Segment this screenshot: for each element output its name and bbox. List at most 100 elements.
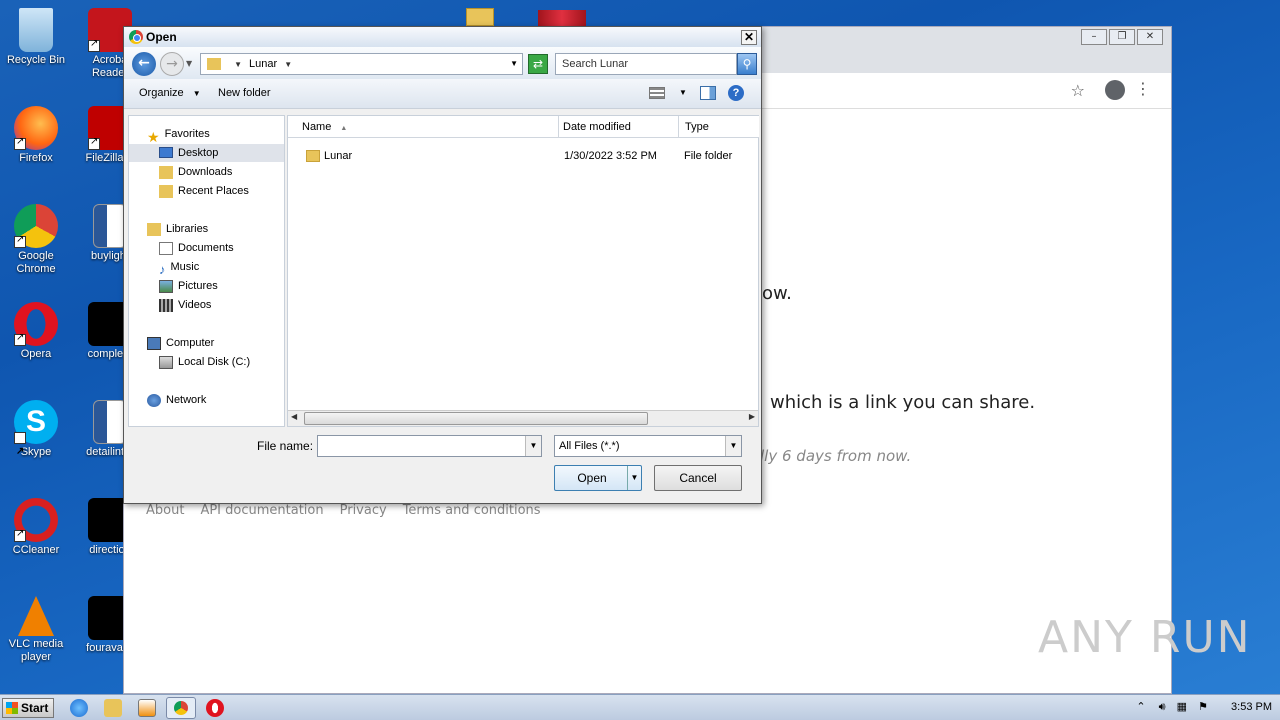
forward-button[interactable]: → [160,52,184,76]
footer-link-api[interactable]: API documentation [200,503,323,518]
nav-downloads[interactable]: Downloads [159,163,232,181]
desktop-icon-label: Google Chrome [16,250,56,275]
organize-button[interactable]: Organize ▼ [139,87,201,99]
breadcrumb-folder[interactable]: Lunar [249,58,277,70]
minimize-button[interactable]: – [1081,29,1107,45]
breadcrumb-dropdown-icon[interactable]: ▼ [284,60,292,69]
search-input[interactable]: Search Lunar [555,53,737,75]
desktop-icon-ccleaner[interactable]: CCleaner [0,498,72,557]
table-row[interactable]: Lunar 1/30/2022 3:52 PM File folder [288,146,758,166]
chevron-down-icon[interactable]: ▼ [525,436,541,456]
nav-videos[interactable]: Videos [159,296,211,314]
open-button[interactable]: Open ▼ [554,465,642,491]
folder-icon [306,150,320,162]
address-bar[interactable]: ▼ Lunar ▼ ▼ [200,53,523,75]
nav-pictures[interactable]: Pictures [159,277,218,295]
desktop-icon-skype[interactable]: S Skype [0,400,72,474]
chrome-taskbar-button[interactable] [166,697,196,719]
desktop-icon-vlc[interactable]: VLC media player [0,596,72,664]
recent-places-icon [159,184,173,198]
chevron-down-icon[interactable]: ▼ [627,466,641,490]
footer-link-privacy[interactable]: Privacy [340,503,387,518]
folder-icon[interactable] [466,8,494,26]
media-player-icon[interactable] [138,699,156,717]
nav-label: Desktop [178,147,219,159]
clock[interactable]: 3:53 PM [1231,701,1272,713]
scroll-left-icon[interactable]: ◀ [291,412,297,421]
volume-icon[interactable]: 🔊︎ [1159,701,1166,713]
nav-network[interactable]: Network [147,391,206,409]
file-type: File folder [684,150,733,162]
file-name-label: File name: [257,439,314,453]
nav-computer[interactable]: Computer [147,334,214,352]
word-document-icon [93,400,127,444]
nav-libraries[interactable]: Libraries [147,220,208,238]
chrome-icon [14,204,58,248]
explorer-icon[interactable] [104,699,122,717]
downloads-icon [159,165,173,179]
documents-icon [159,241,173,255]
address-dropdown-icon[interactable]: ▼ [510,54,518,74]
page-text-line: which is a link you can share. [770,392,1036,413]
more-menu-icon[interactable]: ⋮ [1135,79,1151,98]
column-label: Date modified [563,121,631,133]
page-text-line: lly 6 days from now. [760,447,912,465]
nav-favorites[interactable]: ★ Favorites [147,125,210,145]
desktop-icon-chrome[interactable]: Google Chrome [0,204,72,276]
chevron-down-icon[interactable]: ▼ [725,436,741,456]
breadcrumb-separator-icon[interactable]: ▼ [234,60,242,69]
footer-link-terms[interactable]: Terms and conditions [403,503,541,518]
desktop-icon-label: VLC media player [8,638,64,663]
history-dropdown-icon[interactable]: ▼ [186,59,192,68]
action-center-flag-icon[interactable]: ⚑ [1198,701,1208,713]
file-name-input[interactable]: ▼ [317,435,542,457]
dialog-close-button[interactable]: ✕ [741,30,757,45]
new-folder-button[interactable]: New folder [218,87,271,99]
show-hidden-icons-icon[interactable]: ⌃ [1136,701,1145,713]
maximize-button[interactable]: ❐ [1109,29,1135,45]
refresh-icon[interactable]: ⇄ [528,54,548,74]
column-label: Type [685,121,709,133]
start-button[interactable]: Start [2,698,54,718]
nav-local-disk[interactable]: Local Disk (C:) [159,353,250,371]
cancel-button[interactable]: Cancel [654,465,742,491]
column-header-date[interactable]: Date modified [559,116,679,138]
preview-pane-icon[interactable] [700,86,716,100]
scroll-right-icon[interactable]: ▶ [749,412,755,421]
horizontal-scrollbar[interactable]: ◀ ▶ [288,410,758,426]
navigation-pane: ★ Favorites Desktop Downloads Recent Plac… [128,115,285,427]
column-header-name[interactable]: Name ▲ [288,116,559,138]
help-icon[interactable]: ? [728,85,744,101]
desktop-icon-label: Firefox [19,152,53,164]
dialog-title: Open [146,30,177,44]
desktop-icon-label: Opera [20,348,52,360]
account-icon[interactable] [1105,80,1125,100]
chevron-down-icon[interactable]: ▼ [679,88,687,97]
archive-icon[interactable] [538,10,586,26]
column-header-type[interactable]: Type [679,116,759,138]
nav-music[interactable]: ♪ Music [159,258,199,277]
music-icon: ♪ [159,261,166,277]
opera-icon[interactable] [206,699,224,717]
view-options-icon[interactable] [649,87,665,99]
nav-label: Recent Places [178,185,249,197]
desktop-icon-firefox[interactable]: Firefox [0,106,72,165]
chrome-icon [129,30,143,44]
organize-label: Organize [139,87,184,99]
back-button[interactable]: ← [132,52,156,76]
close-button[interactable]: ✕ [1137,29,1163,45]
network-icon[interactable]: ▦ [1177,701,1187,713]
nav-desktop[interactable]: Desktop [129,144,284,162]
scrollbar-thumb[interactable] [304,412,648,425]
file-type-select[interactable]: All Files (*.*) ▼ [554,435,742,457]
star-icon[interactable]: ☆ [1071,81,1085,100]
desktop-icon-recycle-bin[interactable]: Recycle Bin [0,8,72,67]
search-icon[interactable]: ⚲ [737,53,757,75]
desktop-icon-opera[interactable]: Opera [0,302,72,361]
desktop-icon-label: Skype [20,446,52,458]
footer-link-about[interactable]: About [146,503,184,518]
file-name: Lunar [324,150,353,162]
ie-icon[interactable] [70,699,88,717]
nav-documents[interactable]: Documents [159,239,234,257]
nav-recent-places[interactable]: Recent Places [159,182,249,200]
